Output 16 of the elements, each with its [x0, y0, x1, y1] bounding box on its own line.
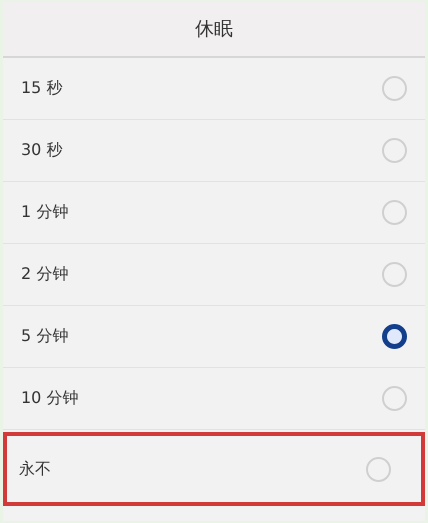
option-row[interactable]: 10 分钟 [3, 368, 425, 430]
option-label: 2 分钟 [21, 264, 68, 285]
option-label: 永不 [19, 458, 51, 480]
option-label: 5 分钟 [21, 326, 68, 347]
option-label: 15 秒 [21, 78, 62, 99]
option-row[interactable]: 5 分钟 [3, 306, 425, 368]
option-label: 10 分钟 [21, 388, 78, 409]
option-row[interactable]: 1 分钟 [3, 182, 425, 244]
highlighted-option-row[interactable]: 永不 [3, 432, 425, 506]
option-row[interactable]: 30 秒 [3, 120, 425, 182]
option-row[interactable]: 15 秒 [3, 58, 425, 120]
radio-button[interactable] [382, 324, 407, 349]
dialog-title: 休眠 [3, 2, 425, 58]
option-label: 30 秒 [21, 140, 62, 161]
option-row[interactable]: 2 分钟 [3, 244, 425, 306]
option-label: 1 分钟 [21, 202, 68, 223]
